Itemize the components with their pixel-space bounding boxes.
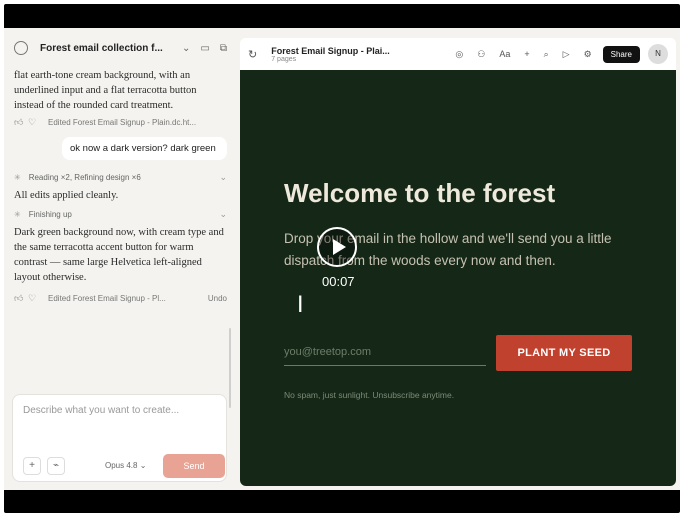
- tool-status[interactable]: ✳ Reading ×2, Refining design ×6 ⌄: [14, 166, 227, 188]
- chevron-down-icon[interactable]: ⌄: [182, 43, 190, 54]
- chevron-down-icon[interactable]: ⌄: [219, 209, 227, 220]
- send-label: Send: [183, 461, 205, 471]
- tool-status-label: Reading ×2, Refining design ×6: [28, 172, 141, 182]
- applied-message: All edits applied cleanly.: [14, 190, 119, 201]
- search-icon[interactable]: ⌕: [544, 49, 549, 60]
- prompt-input[interactable]: Describe what you want to create...: [23, 405, 179, 416]
- logo-icon[interactable]: [14, 41, 28, 55]
- chat-title[interactable]: Forest email collection f...: [40, 43, 172, 54]
- model-selector[interactable]: Opus 4.8 ⌄: [105, 461, 146, 470]
- share-button[interactable]: Share: [602, 45, 640, 63]
- play-icon[interactable]: ▷: [563, 49, 570, 60]
- back-icon[interactable]: ↻: [248, 48, 257, 61]
- chat-messages: flat earth-tone cream background, with a…: [14, 68, 227, 398]
- thumbs-up-icon[interactable]: 👍︎: [14, 293, 28, 304]
- chat-panel: Forest email collection f... ⌄ ▭ ⧉ flat …: [4, 28, 235, 490]
- copy-icon[interactable]: ⧉: [220, 43, 227, 54]
- text-icon[interactable]: Aa: [499, 49, 510, 59]
- composer: Describe what you want to create... + ⌁ …: [12, 394, 227, 482]
- preview-panel: ↻ Forest Email Signup - Plai... 7 pages …: [240, 38, 676, 486]
- thumbs-down-icon[interactable]: ♡: [28, 117, 42, 128]
- preview-titles: Forest Email Signup - Plai... 7 pages: [271, 46, 448, 63]
- avatar[interactable]: N: [648, 44, 668, 64]
- chat-scrollbar[interactable]: [229, 328, 231, 408]
- page-heading: Welcome to the forest: [284, 178, 556, 208]
- video-timestamp: 00:07: [322, 274, 355, 289]
- plant-seed-button[interactable]: PLANT MY SEED: [496, 335, 632, 371]
- user-message: ok now a dark version? dark green: [62, 137, 227, 160]
- email-field[interactable]: you@treetop.com: [284, 342, 486, 366]
- attach-icon[interactable]: ⌁: [47, 457, 65, 475]
- sparkle-icon: ✳: [14, 209, 21, 219]
- plus-icon[interactable]: +: [23, 457, 41, 475]
- preview-subtitle: 7 pages: [271, 55, 297, 63]
- settings-icon[interactable]: ⚙: [584, 49, 592, 60]
- people-icon[interactable]: ⚇: [477, 49, 485, 60]
- thumbs-down-icon[interactable]: ♡: [28, 293, 42, 304]
- thumbs-up-icon[interactable]: 👍︎: [14, 117, 28, 128]
- play-button-icon[interactable]: [317, 227, 357, 267]
- assistant-message: flat earth-tone cream background, with a…: [14, 70, 197, 111]
- preview-header: ↻ Forest Email Signup - Plai... 7 pages …: [240, 38, 676, 70]
- text-cursor-icon: I: [297, 293, 304, 318]
- comment-icon[interactable]: ◎: [455, 49, 463, 60]
- design-canvas: Welcome to the forest Drop your email in…: [240, 70, 676, 486]
- finishing-label: Finishing up: [28, 209, 72, 219]
- assistant-message: Dark green background now, with cream ty…: [14, 227, 224, 283]
- fineprint: No spam, just sunlight. Unsubscribe anyt…: [284, 390, 455, 400]
- edit-row: 👍︎ ♡ Edited Forest Email Signup - Pl... …: [14, 289, 227, 307]
- play-triangle: [333, 239, 346, 255]
- chevron-down-icon[interactable]: ⌄: [219, 172, 227, 183]
- send-button[interactable]: Send: [163, 454, 225, 478]
- plus-icon[interactable]: +: [524, 49, 529, 59]
- edit-row: 👍︎ ♡ Edited Forest Email Signup - Plain.…: [14, 113, 227, 131]
- undo-button[interactable]: Undo: [208, 294, 227, 303]
- model-label: Opus 4.8: [105, 461, 138, 470]
- chat-header: Forest email collection f... ⌄ ▭ ⧉: [4, 28, 235, 68]
- edit-label[interactable]: Edited Forest Email Signup - Pl...: [48, 294, 202, 303]
- preview-title[interactable]: Forest Email Signup - Plai...: [271, 46, 448, 56]
- sidebar-icon[interactable]: ▭: [200, 43, 209, 54]
- finishing-status[interactable]: ✳ Finishing up ⌄: [14, 203, 227, 225]
- edit-label[interactable]: Edited Forest Email Signup - Plain.dc.ht…: [48, 118, 227, 127]
- sparkle-icon: ✳: [14, 172, 21, 182]
